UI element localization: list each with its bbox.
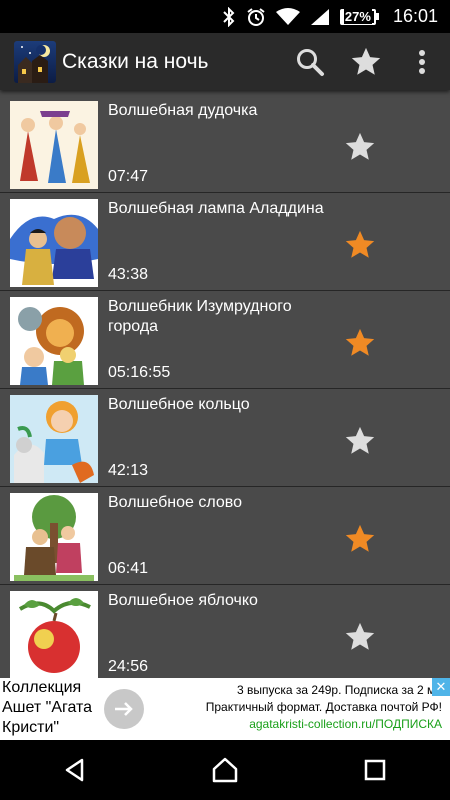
ad-line-1: 3 выпуска за 249р. Подписка за 2 ми [237,683,442,697]
list-item[interactable]: Волшебное слово 06:41 [0,487,450,585]
favorite-toggle[interactable] [342,423,378,459]
ad-description: 3 выпуска за 249р. Подписка за 2 ми Прак… [132,682,442,733]
alarm-icon [247,7,265,26]
list-item[interactable]: Волшебная лампа Аладдина 43:38 [0,193,450,291]
story-title: Волшебник Изумрудного города [108,298,292,335]
story-duration: 43:38 [108,266,149,283]
back-button[interactable] [35,740,115,800]
signal-icon [310,8,329,25]
star-outline-icon [345,132,375,160]
story-title: Волшебное слово [108,494,242,511]
story-duration: 06:41 [108,560,149,577]
recents-button[interactable] [335,740,415,800]
story-duration: 05:16:55 [108,364,171,381]
ad-link[interactable]: agatakristi-collection.ru/ПОДПИСКА [132,716,442,733]
app-bar: Сказки на ночь [0,33,450,90]
favorite-toggle[interactable] [342,521,378,557]
star-filled-icon [345,230,375,258]
story-thumbnail [10,101,98,189]
home-icon [212,757,238,783]
story-title: Волшебная лампа Аладдина [108,200,324,217]
story-duration: 42:13 [108,462,149,479]
battery-percent: 27% [343,9,372,24]
back-icon [65,758,84,782]
story-title: Волшебное кольцо [108,396,250,413]
star-filled-icon [345,328,375,356]
status-time: 16:01 [392,6,438,26]
favorite-toggle[interactable] [342,129,378,165]
app-logo-icon [14,40,56,83]
story-list: Волшебная дудочка 07:47 Волшебная лампа … [0,95,450,683]
wifi-icon [275,7,300,25]
search-button[interactable] [282,33,338,90]
star-outline-icon [345,426,375,454]
status-bar: 27% 16:01 [0,0,450,33]
favorites-button[interactable] [338,33,394,90]
overflow-menu-icon [419,49,425,74]
favorite-toggle[interactable] [342,619,378,655]
ad-banner[interactable]: Коллекция Ашет "Агата Кристи" 3 выпуска … [0,678,450,740]
story-title: Волшебная дудочка [108,102,258,119]
list-item[interactable]: Волшебное яблочко 24:56 [0,585,450,683]
navigation-bar [0,740,450,800]
list-item[interactable]: Волшебник Изумрудного города 05:16:55 [0,291,450,389]
story-thumbnail [10,199,98,287]
favorite-toggle[interactable] [342,227,378,263]
star-icon [351,47,381,75]
app-title: Сказки на ночь [62,49,209,73]
bluetooth-icon [223,6,235,27]
story-thumbnail [10,395,98,483]
search-icon [297,48,324,76]
story-duration: 24:56 [108,658,149,675]
star-outline-icon [345,622,375,650]
story-thumbnail [10,297,98,385]
list-item[interactable]: Волшебное кольцо 42:13 [0,389,450,487]
overflow-menu-button[interactable] [394,33,450,90]
star-filled-icon [345,524,375,552]
story-duration: 07:47 [108,168,149,185]
recents-icon [364,759,386,781]
list-item[interactable]: Волшебная дудочка 07:47 [0,95,450,193]
ad-close-icon[interactable]: ✕ [432,678,450,696]
story-title: Волшебное яблочко [108,592,258,609]
story-thumbnail [10,493,98,581]
ad-line-2: Практичный формат. Доставка почтой РФ! [205,700,442,714]
favorite-toggle[interactable] [342,325,378,361]
home-button[interactable] [185,740,265,800]
story-thumbnail [10,591,98,679]
battery-indicator: 27% [339,8,379,25]
